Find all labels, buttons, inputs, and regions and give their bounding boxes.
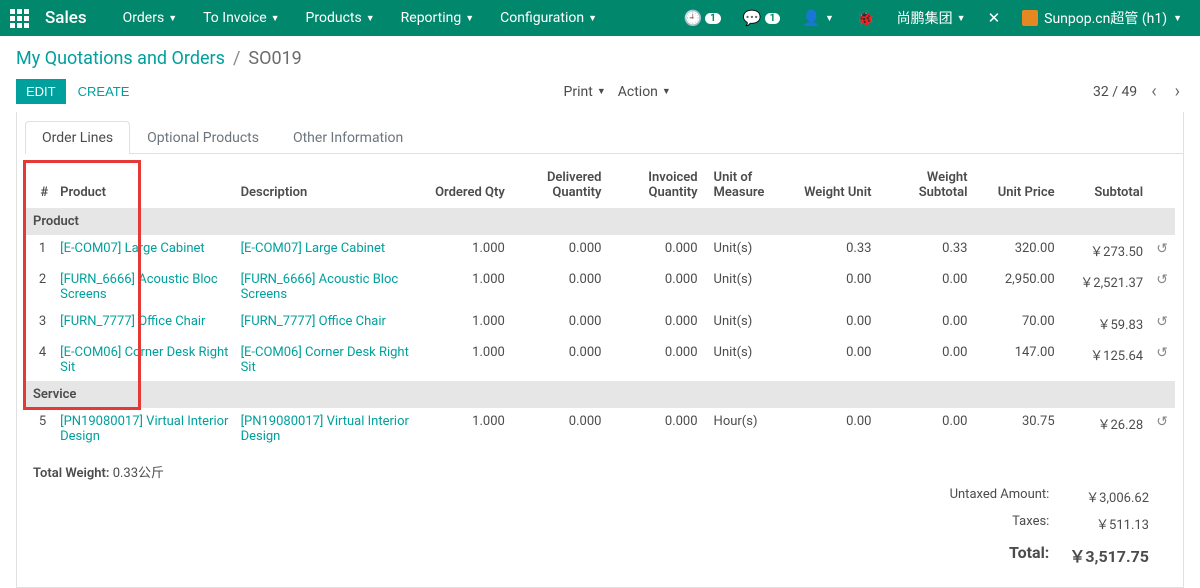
menu-to-invoice[interactable]: To Invoice▼ — [193, 10, 289, 26]
col-ordered-qty[interactable]: Ordered Qty — [424, 162, 511, 208]
tab-order-lines[interactable]: Order Lines — [25, 121, 130, 154]
create-button[interactable]: CREATE — [66, 79, 142, 104]
product-link[interactable]: [E-COM06] Corner Desk Right Sit — [54, 339, 234, 381]
product-link[interactable]: [FURN_6666] Acoustic Bloc Screens — [54, 266, 234, 308]
col-delivered-qty[interactable]: Delivered Quantity — [511, 162, 608, 208]
activity-icon[interactable]: 🕘1 — [675, 9, 728, 27]
user-icon[interactable]: 👤▼ — [794, 9, 842, 27]
table-row[interactable]: 4 [E-COM06] Corner Desk Right Sit [E-COM… — [25, 339, 1175, 381]
undo-icon[interactable]: ↺ — [1149, 408, 1175, 450]
untaxed-label: Untaxed Amount: — [940, 483, 1060, 510]
table-row[interactable]: 3 [FURN_7777] Office Chair [FURN_7777] O… — [25, 308, 1175, 339]
undo-icon[interactable]: ↺ — [1149, 266, 1175, 308]
product-link[interactable]: [E-COM07] Large Cabinet — [54, 235, 234, 266]
taxes-value: ￥511.13 — [1059, 510, 1159, 537]
total-value: ￥3,517.75 — [1059, 537, 1159, 571]
table-header-row: # Product Description Ordered Qty Delive… — [25, 162, 1175, 208]
col-invoiced-qty[interactable]: Invoiced Quantity — [607, 162, 703, 208]
menu-products[interactable]: Products▼ — [296, 10, 385, 26]
undo-icon[interactable]: ↺ — [1149, 235, 1175, 266]
tabs: Order Lines Optional Products Other Info… — [25, 120, 1183, 154]
undo-icon[interactable]: ↺ — [1149, 308, 1175, 339]
table-row[interactable]: 1 [E-COM07] Large Cabinet [E-COM07] Larg… — [25, 235, 1175, 266]
product-link[interactable]: [PN19080017] Virtual Interior Design — [54, 408, 234, 450]
taxes-label: Taxes: — [940, 510, 1060, 537]
pager: 32 / 49 ‹ › — [1093, 81, 1184, 102]
breadcrumb-parent[interactable]: My Quotations and Orders — [16, 48, 225, 69]
col-uom[interactable]: Unit of Measure — [704, 162, 783, 208]
debug-icon[interactable]: 🐞 — [848, 9, 883, 27]
tab-other-information[interactable]: Other Information — [276, 121, 420, 154]
col-subtotal[interactable]: Subtotal — [1061, 162, 1149, 208]
menu-configuration[interactable]: Configuration▼ — [490, 10, 607, 26]
topbar: Sales Orders▼ To Invoice▼ Products▼ Repo… — [0, 0, 1200, 36]
pager-prev[interactable]: ‹ — [1147, 81, 1160, 102]
user-menu[interactable]: Sunpop.cn超管 (h1)▼ — [1014, 8, 1190, 28]
form-sheet: Order Lines Optional Products Other Info… — [16, 112, 1184, 588]
order-lines-table: # Product Description Ordered Qty Delive… — [25, 162, 1175, 450]
control-bar: EDIT CREATE Print▼ Action▼ 32 / 49 ‹ › — [0, 75, 1200, 112]
apps-icon[interactable] — [10, 9, 29, 28]
product-link[interactable]: [FURN_7777] Office Chair — [54, 308, 234, 339]
breadcrumb: My Quotations and Orders / SO019 — [0, 36, 1200, 75]
untaxed-value: ￥3,006.62 — [1059, 483, 1159, 510]
action-dropdown[interactable]: Action▼ — [618, 84, 671, 100]
table-row[interactable]: 2 [FURN_6666] Acoustic Bloc Screens [FUR… — [25, 266, 1175, 308]
close-icon[interactable]: ✕ — [980, 9, 1009, 27]
menu-orders[interactable]: Orders▼ — [113, 10, 187, 26]
col-idx[interactable]: # — [25, 162, 54, 208]
print-dropdown[interactable]: Print▼ — [564, 84, 606, 100]
section-product: Product — [25, 208, 1175, 235]
col-description[interactable]: Description — [235, 162, 424, 208]
total-label: Total: — [940, 537, 1060, 571]
col-weight-subtotal[interactable]: Weight Subtotal — [877, 162, 973, 208]
section-service: Service — [25, 381, 1175, 408]
table-row[interactable]: 5 [PN19080017] Virtual Interior Design [… — [25, 408, 1175, 450]
edit-button[interactable]: EDIT — [16, 79, 66, 104]
pager-count: 32 / 49 — [1093, 84, 1137, 100]
pager-next[interactable]: › — [1171, 81, 1184, 102]
company-switcher[interactable]: 尚鹏集团▼ — [889, 8, 974, 28]
breadcrumb-sep: / — [233, 48, 240, 69]
col-weight-unit[interactable]: Weight Unit — [782, 162, 877, 208]
col-unit-price[interactable]: Unit Price — [974, 162, 1061, 208]
tab-optional-products[interactable]: Optional Products — [130, 121, 276, 154]
undo-icon[interactable]: ↺ — [1149, 339, 1175, 381]
breadcrumb-current: SO019 — [248, 48, 301, 69]
discuss-icon[interactable]: 💬1 — [735, 9, 788, 27]
col-product[interactable]: Product — [54, 162, 234, 208]
menu-reporting[interactable]: Reporting▼ — [391, 10, 484, 26]
totals: Untaxed Amount:￥3,006.62 Taxes:￥511.13 T… — [940, 483, 1159, 587]
avatar — [1022, 10, 1038, 26]
app-title[interactable]: Sales — [45, 8, 87, 28]
